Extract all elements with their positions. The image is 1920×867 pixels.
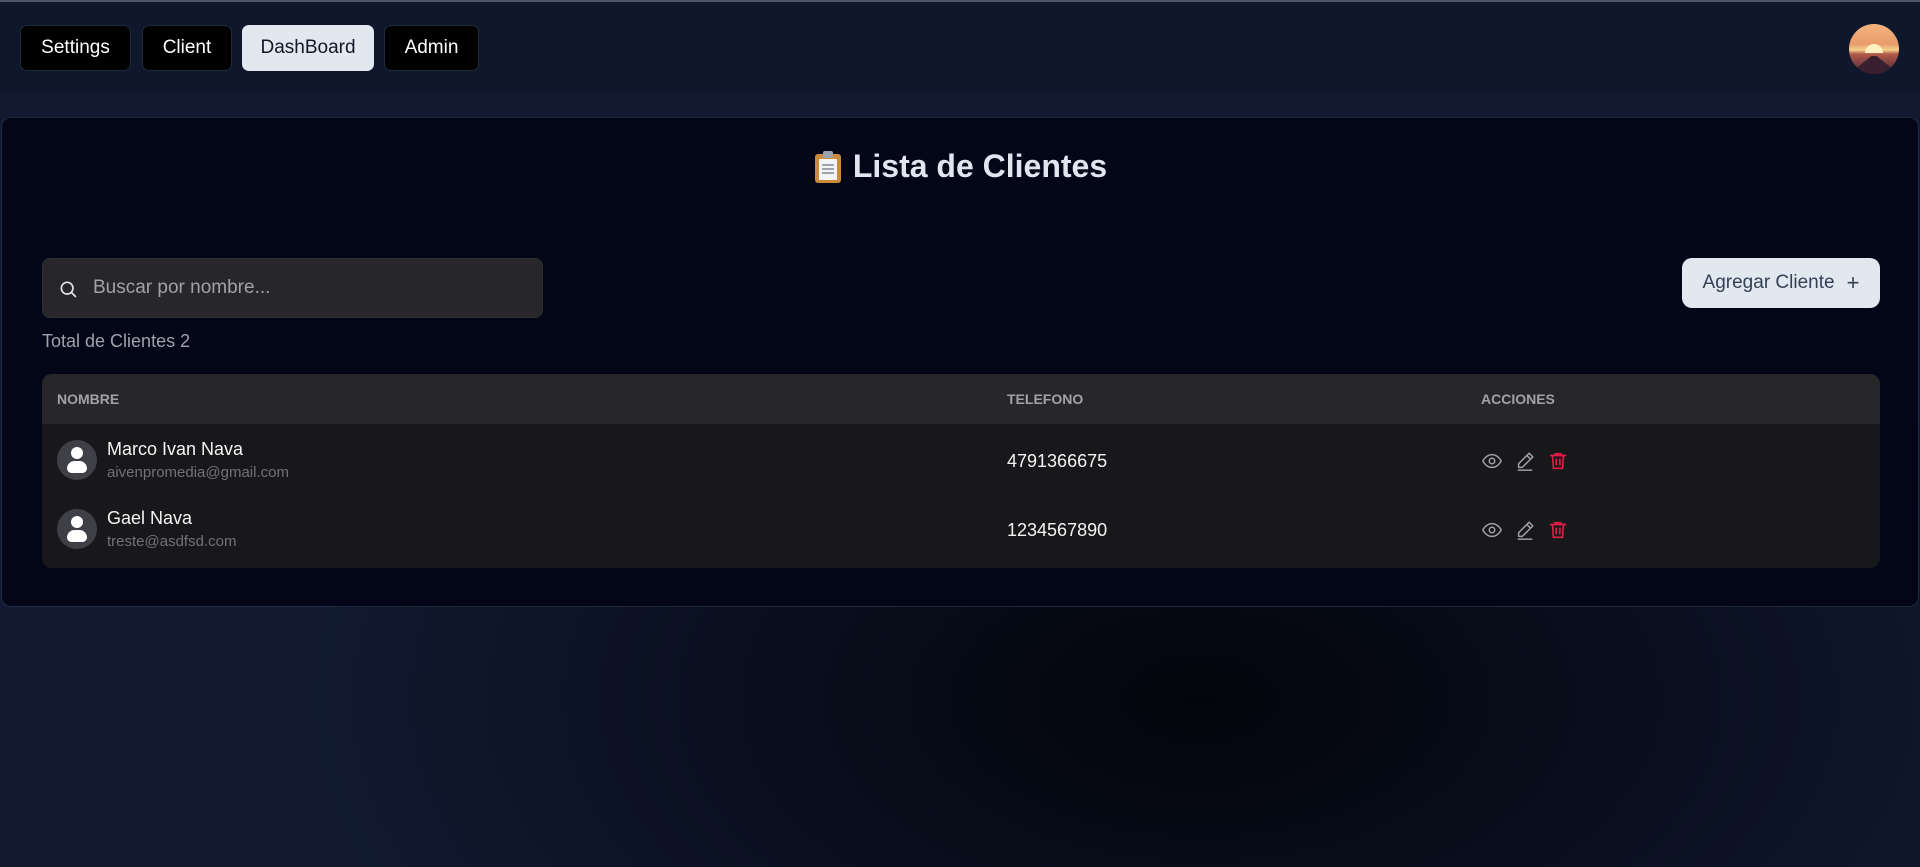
nav-settings-button[interactable]: Settings bbox=[20, 25, 131, 71]
add-client-label: Agregar Cliente bbox=[1702, 272, 1835, 293]
clients-panel: Lista de Clientes Agregar Cliente + Tota… bbox=[1, 117, 1919, 607]
search-icon bbox=[60, 281, 77, 298]
user-avatar-icon bbox=[57, 440, 97, 480]
profile-avatar[interactable] bbox=[1849, 24, 1899, 74]
trash-icon[interactable] bbox=[1547, 519, 1569, 541]
user-avatar-icon bbox=[57, 509, 97, 549]
table-header: NOMBRE TELEFONO ACCIONES bbox=[42, 374, 1880, 424]
table-row: Gael Nava treste@asdfsd.com 1234567890 bbox=[42, 493, 1880, 562]
page-title: Lista de Clientes bbox=[2, 148, 1920, 185]
add-client-button[interactable]: Agregar Cliente + bbox=[1682, 258, 1880, 308]
trash-icon[interactable] bbox=[1547, 450, 1569, 472]
avatar-road bbox=[1849, 56, 1899, 74]
pencil-icon[interactable] bbox=[1514, 450, 1536, 472]
client-name: Marco Ivan Nava bbox=[107, 439, 244, 459]
eye-icon[interactable] bbox=[1481, 450, 1503, 472]
client-phone: 1234567890 bbox=[1007, 520, 1108, 540]
client-name: Gael Nava bbox=[107, 508, 193, 528]
page-title-text: Lista de Clientes bbox=[852, 148, 1108, 184]
avatar-sun bbox=[1865, 44, 1883, 53]
search-box bbox=[42, 258, 543, 318]
nav-admin-button[interactable]: Admin bbox=[384, 25, 479, 71]
table-row: Marco Ivan Nava aivenpromedia@gmail.com … bbox=[42, 424, 1880, 493]
client-phone: 4791366675 bbox=[1007, 451, 1108, 471]
pencil-icon[interactable] bbox=[1514, 519, 1536, 541]
row-actions bbox=[1481, 450, 1569, 472]
nav-client-button[interactable]: Client bbox=[142, 25, 232, 71]
nav-dashboard-button[interactable]: DashBoard bbox=[242, 25, 374, 71]
client-email: treste@asdfsd.com bbox=[107, 533, 237, 550]
clipboard-icon bbox=[814, 150, 841, 183]
column-header-telefono: TELEFONO bbox=[1007, 391, 1084, 407]
plus-icon: + bbox=[1846, 270, 1860, 295]
eye-icon[interactable] bbox=[1481, 519, 1503, 541]
client-email: aivenpromedia@gmail.com bbox=[107, 464, 289, 481]
column-header-nombre: NOMBRE bbox=[57, 391, 120, 407]
clients-table: NOMBRE TELEFONO ACCIONES Marco Ivan Nava… bbox=[42, 374, 1880, 568]
row-actions bbox=[1481, 519, 1569, 541]
top-navbar: Settings Client DashBoard Admin bbox=[0, 2, 1920, 92]
search-input[interactable] bbox=[93, 259, 533, 317]
total-clients-text: Total de Clientes 2 bbox=[42, 331, 191, 351]
column-header-acciones: ACCIONES bbox=[1481, 391, 1555, 407]
